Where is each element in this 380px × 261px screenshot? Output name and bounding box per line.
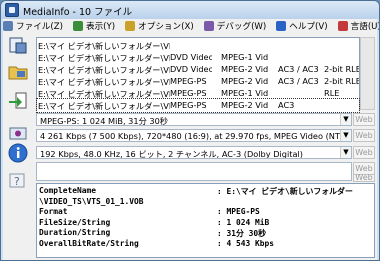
menu-item-label: ファイル(Z) xyxy=(16,22,63,32)
general-stream-value: MPEG-PS: 1 024 MiB, 31分 30秒 xyxy=(40,116,168,126)
help-question-icon[interactable]: ? xyxy=(8,170,28,190)
file-audio: AC3 xyxy=(278,100,295,110)
preferences-icon[interactable] xyxy=(8,123,28,143)
file-format: MPEG-PS xyxy=(170,76,207,86)
detail-value: : 31分 30秒 xyxy=(217,229,267,238)
help-icon xyxy=(276,21,287,31)
audio-web-button[interactable]: Web xyxy=(353,146,375,159)
menu-item-label: デバッグ(W) xyxy=(216,22,267,32)
file-path: E:\マイ ビデオ\新しいフォルダー\VIDEO_TS\ xyxy=(38,101,170,111)
menu-item-language[interactable]: 言語(U) xyxy=(337,20,380,32)
menu-item-view[interactable]: 表示(Y) xyxy=(72,20,116,32)
view-icon xyxy=(72,21,83,31)
app-window: MediaInfo - 10 ファイル ファイル(Z) 表示(Y) オプション(X)… xyxy=(0,0,380,261)
open-file-icon[interactable] xyxy=(8,35,28,55)
menu-item-debug[interactable]: デバッグ(W) xyxy=(203,20,267,32)
file-video: MPEG-2 Vid xyxy=(221,76,269,86)
other-stream-select[interactable] xyxy=(36,172,352,181)
file-list-scrollbar[interactable] xyxy=(360,37,375,110)
detail-value: : MPEG-PS xyxy=(217,207,260,216)
file-format: MPEG-PS xyxy=(170,88,207,98)
file-audio: AC3 / AC3 xyxy=(278,76,319,86)
general-web-button[interactable]: Web xyxy=(353,113,375,126)
menu-bar: ファイル(Z) 表示(Y) オプション(X) デバッグ(W) ヘルプ(V) 言語(U) xyxy=(3,19,380,33)
info-icon[interactable] xyxy=(8,143,28,163)
details-panel: CompleteName : E:\マイ ビデオ\新しいフォルダー \VIDEO_T… xyxy=(36,183,375,258)
file-extra: RLE xyxy=(324,88,340,98)
file-audio: AC3 / AC3 xyxy=(278,64,319,74)
detail-label: CompleteName xyxy=(39,186,97,195)
detail-value: : E:\マイ ビデオ\新しいフォルダー xyxy=(217,187,353,196)
window-title: MediaInfo - 10 ファイル xyxy=(23,7,133,18)
detail-label: Format xyxy=(39,207,68,216)
file-icon xyxy=(3,21,13,31)
file-extra: 2-bit RLE / 2 xyxy=(324,76,359,86)
title-bar: MediaInfo - 10 ファイル xyxy=(1,1,379,19)
file-video: MPEG-2 Vid xyxy=(221,64,269,74)
svg-text:?: ? xyxy=(14,175,20,188)
video-stream-value: 4 261 Kbps (7 500 Kbps), 720*480 (16:9),… xyxy=(40,131,352,141)
menu-item-help[interactable]: ヘルプ(V) xyxy=(276,20,328,32)
audio-stream-select[interactable]: 192 Kbps, 48.0 KHz, 16 ビット, 2 チャンネル, AC-… xyxy=(36,146,352,159)
language-icon xyxy=(337,21,348,31)
chevron-down-icon[interactable]: ▼ xyxy=(340,147,351,158)
detail-value: : 4 543 Kbps xyxy=(217,238,275,248)
chevron-down-icon[interactable]: ▼ xyxy=(340,130,351,141)
list-item[interactable]: E:\マイ ビデオ\新しいフォルダー\VIDEO_TS\MPEG-PS MPEG-… xyxy=(36,98,360,113)
main-area: ? E:\マイ ビデオ\新しいフォルダー\VIDEO_TS\E:\マイ ビデオ\… xyxy=(3,33,377,260)
detail-label: Duration/String xyxy=(39,228,111,237)
file-video: MPEG-2 Vid xyxy=(221,100,269,110)
general-stream-select[interactable]: MPEG-PS: 1 024 MiB, 31分 30秒 ▼ xyxy=(36,113,352,126)
menu-item-label: ヘルプ(V) xyxy=(289,22,328,32)
video-web-button[interactable]: Web xyxy=(353,129,375,142)
menu-item-file[interactable]: ファイル(Z) xyxy=(3,20,63,32)
menu-item-label: 言語(U) xyxy=(350,22,380,32)
file-format: DVD Video xyxy=(170,52,212,62)
open-folder-icon[interactable] xyxy=(8,61,28,81)
detail-label: OverallBitRate/String xyxy=(39,238,139,248)
file-video: MPEG-1 Vid xyxy=(221,52,269,62)
menu-item-label: 表示(Y) xyxy=(85,22,116,32)
file-list[interactable]: E:\マイ ビデオ\新しいフォルダー\VIDEO_TS\E:\マイ ビデオ\新し… xyxy=(36,37,360,113)
mediainfo-app-icon xyxy=(5,3,19,17)
menu-item-options[interactable]: オプション(X) xyxy=(125,20,194,32)
detail-label: \VIDEO_TS\VTS_01_1.VOB xyxy=(39,196,144,206)
options-icon xyxy=(125,21,136,31)
audio-stream-value: 192 Kbps, 48.0 KHz, 16 ビット, 2 チャンネル, AC-… xyxy=(40,149,303,159)
export-icon[interactable] xyxy=(8,91,28,111)
other-web-button[interactable]: Web xyxy=(353,174,375,182)
file-video: MPEG-1 Vid xyxy=(221,88,269,98)
video-stream-select[interactable]: 4 261 Kbps (7 500 Kbps), 720*480 (16:9),… xyxy=(36,129,352,142)
detail-label: FileSize/String xyxy=(39,217,111,227)
file-format: DVD Video xyxy=(170,64,212,74)
file-extra: 2-bit RLE / 2 xyxy=(324,64,359,74)
toolbar-sidebar: ? xyxy=(3,33,33,260)
debug-icon xyxy=(203,21,214,31)
menu-item-label: オプション(X) xyxy=(138,22,194,32)
file-format: MPEG-PS xyxy=(170,100,207,110)
detail-value: : 1 024 MiB xyxy=(217,217,270,227)
chevron-down-icon[interactable]: ▼ xyxy=(340,114,351,125)
